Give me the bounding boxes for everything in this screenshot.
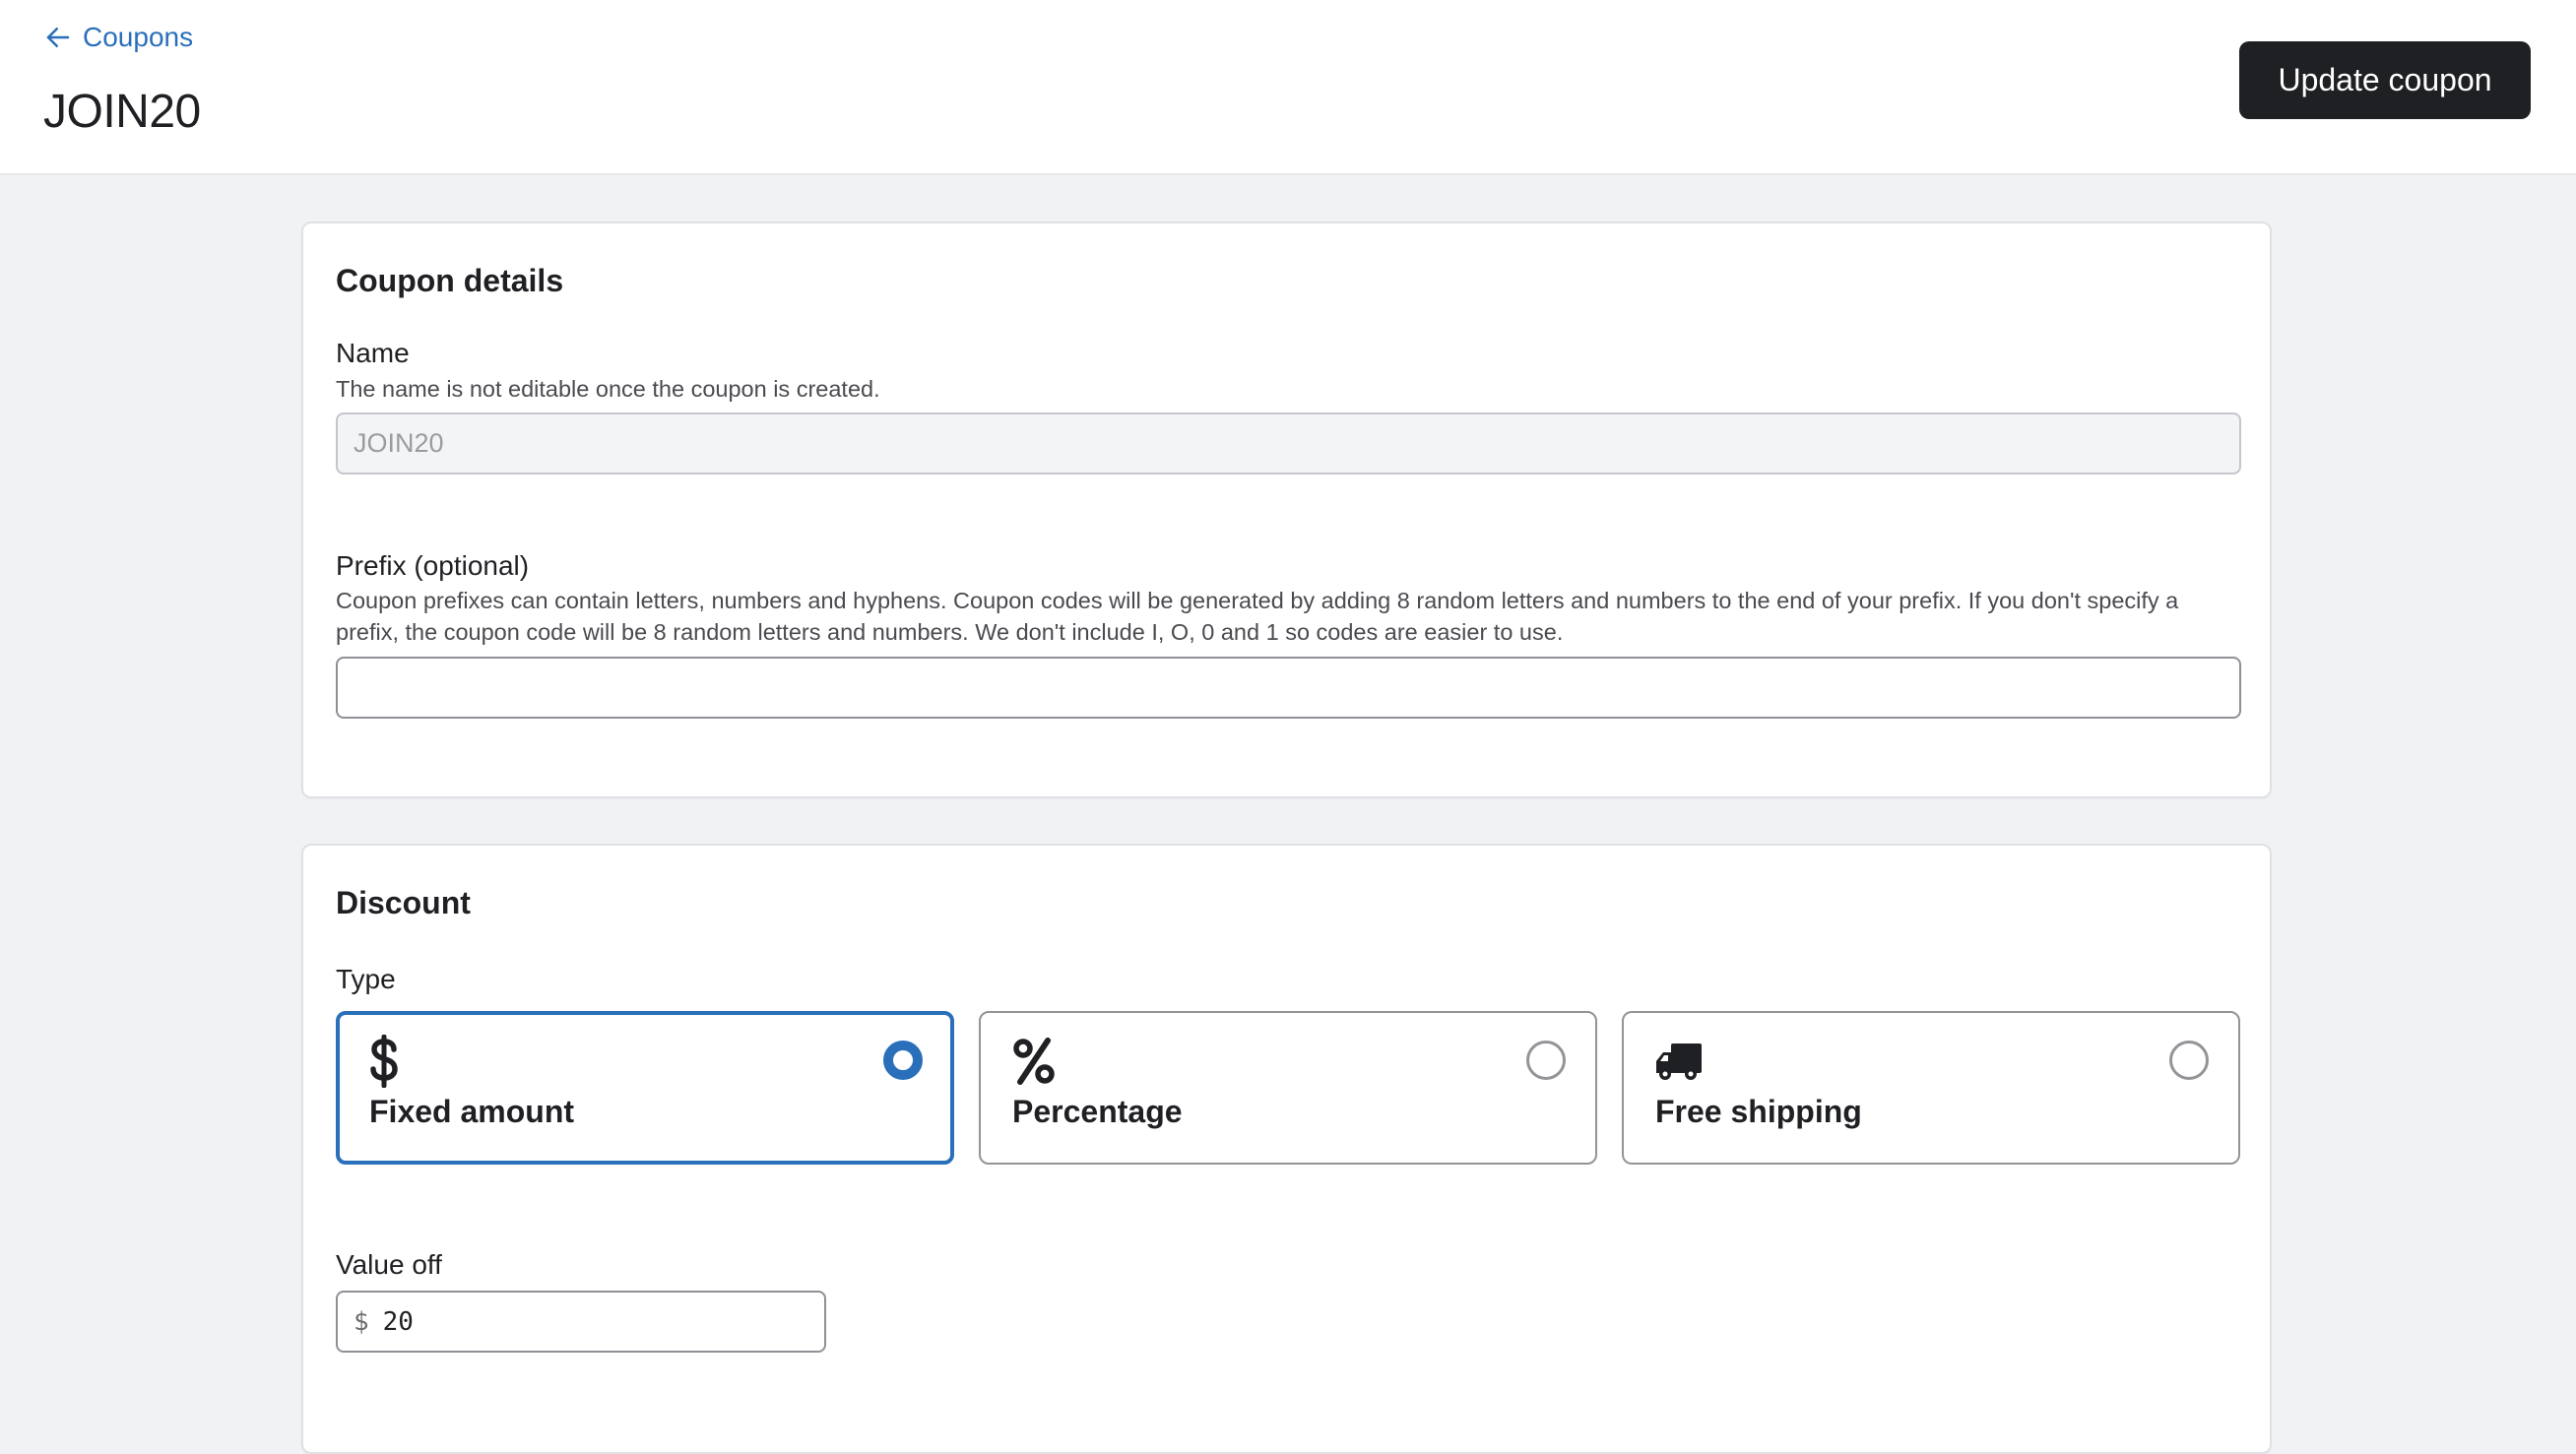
name-help-text: The name is not editable once the coupon… (336, 373, 2246, 405)
name-input (336, 412, 2241, 474)
value-off-label: Value off (336, 1249, 442, 1281)
value-off-field[interactable]: $ (336, 1291, 826, 1353)
back-link-label: Coupons (83, 22, 193, 53)
type-label: Type (336, 964, 396, 995)
coupon-details-title: Coupon details (336, 263, 563, 299)
type-option-label: Percentage (1012, 1094, 1183, 1130)
radio-unselected[interactable] (1526, 1041, 1566, 1080)
radio-selected[interactable] (883, 1041, 923, 1080)
type-option-label: Fixed amount (369, 1094, 574, 1130)
type-option-fixed-amount[interactable]: Fixed amount (336, 1011, 954, 1165)
dollar-icon (369, 1035, 419, 1088)
name-label: Name (336, 338, 410, 369)
prefix-label: Prefix (optional) (336, 550, 529, 582)
truck-icon (1655, 1035, 1705, 1088)
type-option-label: Free shipping (1655, 1094, 1862, 1130)
discount-card: Discount Type Fixed amount Percentage (301, 844, 2272, 1454)
back-to-coupons-link[interactable]: Coupons (43, 20, 193, 55)
discount-title: Discount (336, 885, 471, 921)
prefix-help-text: Coupon prefixes can contain letters, num… (336, 585, 2246, 648)
prefix-input[interactable] (336, 657, 2241, 719)
page-header: Coupons JOIN20 Update coupon (0, 0, 2576, 175)
radio-unselected[interactable] (2169, 1041, 2209, 1080)
page-title: JOIN20 (43, 85, 201, 139)
update-coupon-button[interactable]: Update coupon (2239, 41, 2531, 119)
type-option-free-shipping[interactable]: Free shipping (1622, 1011, 2240, 1165)
type-option-percentage[interactable]: Percentage (979, 1011, 1597, 1165)
percent-icon (1012, 1035, 1062, 1088)
currency-prefix: $ (354, 1307, 369, 1337)
coupon-details-card: Coupon details Name The name is not edit… (301, 221, 2272, 798)
arrow-left-icon (43, 23, 73, 52)
value-off-input[interactable] (383, 1307, 777, 1337)
